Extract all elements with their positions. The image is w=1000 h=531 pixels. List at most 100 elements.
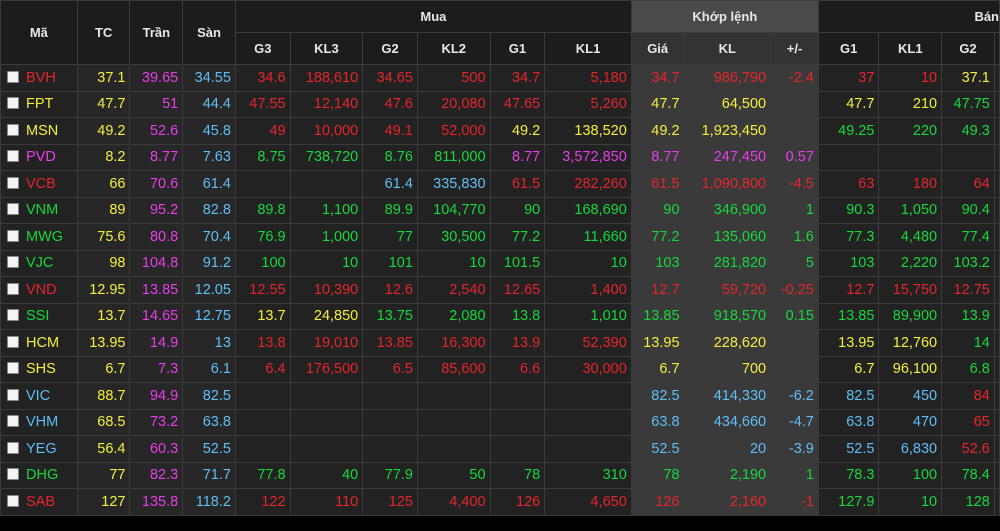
cell-symbol[interactable]: VCB: [0, 170, 78, 198]
row-checkbox[interactable]: [7, 335, 19, 348]
symbol-label[interactable]: VIC: [26, 388, 50, 404]
table-row[interactable]: VNM 89 95.2 82.8 89.8 1,100 89.9 104,770 90 168,6…: [0, 196, 1000, 224]
col-header-kl1[interactable]: KL1: [544, 32, 632, 65]
row-checkbox[interactable]: [7, 388, 19, 401]
row-checkbox[interactable]: [7, 362, 19, 375]
symbol-label[interactable]: FPT: [26, 96, 53, 112]
row-checkbox[interactable]: [7, 123, 19, 136]
col-header-gia[interactable]: Giá: [630, 32, 685, 65]
cell-symbol[interactable]: MWG: [0, 223, 78, 251]
row-checkbox[interactable]: [7, 229, 19, 242]
cell-symbol[interactable]: DHG: [0, 461, 78, 489]
table-row[interactable]: BVH 37.1 39.65 34.55 34.6 188,610 34.65 500 34.7…: [0, 64, 1000, 92]
col-header-sell-g1[interactable]: G1: [817, 32, 880, 65]
cell-symbol[interactable]: VND: [0, 276, 78, 304]
symbol-label[interactable]: SAB: [26, 494, 55, 510]
cell-sell-g2: 103.2: [941, 249, 995, 277]
cell-buy-kl3: 10,390: [289, 276, 364, 304]
cell-tc: 77: [76, 461, 131, 489]
symbol-label[interactable]: DHG: [26, 467, 58, 483]
col-header-ma[interactable]: Mã: [0, 0, 78, 65]
table-row[interactable]: MSN 49.2 52.6 45.8 49 10,000 49.1 52,000 49.2 138…: [0, 117, 1000, 145]
symbol-label[interactable]: YEG: [26, 441, 57, 457]
row-checkbox[interactable]: [7, 70, 19, 83]
cell-symbol[interactable]: BVH: [0, 64, 78, 92]
cell-buy-g1: 12.65: [489, 276, 546, 304]
row-checkbox[interactable]: [7, 97, 19, 110]
cell-sell-kl2: [993, 196, 1000, 224]
symbol-label[interactable]: VNM: [26, 202, 58, 218]
table-row[interactable]: HCM 13.95 14.9 13 13.8 19,010 13.85 16,300 13.9 5…: [0, 329, 1000, 357]
cell-symbol[interactable]: VHM: [0, 408, 78, 436]
symbol-label[interactable]: PVD: [26, 149, 56, 165]
cell-buy-g3: 122: [234, 488, 291, 516]
row-checkbox[interactable]: [7, 468, 19, 481]
row-checkbox[interactable]: [7, 150, 19, 163]
symbol-label[interactable]: VHM: [26, 414, 58, 430]
col-header-tc[interactable]: TC: [76, 0, 131, 65]
cell-match-price: 13.95: [630, 329, 685, 357]
symbol-label[interactable]: VJC: [26, 255, 53, 271]
symbol-label[interactable]: SHS: [26, 361, 56, 377]
cell-match-change: 0.57: [770, 143, 819, 171]
cell-tran: 7.3: [129, 355, 184, 383]
row-checkbox[interactable]: [7, 282, 19, 295]
cell-buy-g3: 89.8: [234, 196, 291, 224]
cell-symbol[interactable]: VJC: [0, 249, 78, 277]
table-row[interactable]: DHG 77 82.3 71.7 77.8 40 77.9 50 78 310 78 2,190 1 78…: [0, 461, 1000, 489]
symbol-label[interactable]: VCB: [26, 176, 56, 192]
col-header-change[interactable]: +/-: [770, 32, 819, 65]
cell-san: 34.55: [182, 64, 236, 92]
cell-buy-g1: 77.2: [489, 223, 546, 251]
col-header-sell-g2[interactable]: G2: [941, 32, 995, 65]
table-row[interactable]: VIC 88.7 94.9 82.5 82.5 414,330 -6.2 82.5 450 84: [0, 382, 1000, 410]
col-header-g3[interactable]: G3: [234, 32, 291, 65]
table-row[interactable]: VJC 98 104.8 91.2 100 10 101 10 101.5 10 103 281,82…: [0, 249, 1000, 277]
col-header-tran[interactable]: Trần: [129, 0, 184, 65]
cell-symbol[interactable]: PVD: [0, 143, 78, 171]
symbol-label[interactable]: MSN: [26, 123, 58, 139]
symbol-label[interactable]: BVH: [26, 70, 56, 86]
cell-tc: 66: [76, 170, 131, 198]
cell-symbol[interactable]: SSI: [0, 302, 78, 330]
cell-sell-g2: 49.3: [941, 117, 995, 145]
symbol-label[interactable]: SSI: [26, 308, 49, 324]
col-header-g2[interactable]: G2: [362, 32, 418, 65]
row-checkbox[interactable]: [7, 441, 19, 454]
cell-symbol[interactable]: SAB: [0, 488, 78, 516]
cell-symbol[interactable]: YEG: [0, 435, 78, 463]
col-header-sell-kl1[interactable]: KL1: [878, 32, 943, 65]
table-row[interactable]: SSI 13.7 14.65 12.75 13.7 24,850 13.75 2,080 13.…: [0, 302, 1000, 330]
cell-symbol[interactable]: FPT: [0, 90, 78, 118]
row-checkbox[interactable]: [7, 494, 19, 507]
table-row[interactable]: SHS 6.7 7.3 6.1 6.4 176,500 6.5 85,600 6.6 30,000…: [0, 355, 1000, 383]
col-header-kl[interactable]: KL: [683, 32, 772, 65]
table-row[interactable]: FPT 47.7 51 44.4 47.55 12,140 47.6 20,080 47.65 5…: [0, 90, 1000, 118]
cell-buy-kl1: 5,260: [544, 90, 632, 118]
col-header-g1[interactable]: G1: [489, 32, 546, 65]
table-row[interactable]: SAB 127 135.8 118.2 122 110 125 4,400 126 4,650 12…: [0, 488, 1000, 516]
symbol-label[interactable]: MWG: [26, 229, 63, 245]
row-checkbox[interactable]: [7, 256, 19, 269]
cell-symbol[interactable]: VNM: [0, 196, 78, 224]
cell-symbol[interactable]: VIC: [0, 382, 78, 410]
symbol-label[interactable]: VND: [26, 282, 57, 298]
table-row[interactable]: PVD 8.2 8.77 7.63 8.75 738,720 8.76 811,000 8.77…: [0, 143, 1000, 171]
row-checkbox[interactable]: [7, 203, 19, 216]
table-row[interactable]: MWG 75.6 80.8 70.4 76.9 1,000 77 30,500 77.2 11,6…: [0, 223, 1000, 251]
row-checkbox[interactable]: [7, 309, 19, 322]
col-header-kl2[interactable]: KL2: [416, 32, 491, 65]
cell-symbol[interactable]: HCM: [0, 329, 78, 357]
table-row[interactable]: VND 12.95 13.85 12.05 12.55 10,390 12.6 2,540 12…: [0, 276, 1000, 304]
row-checkbox[interactable]: [7, 415, 19, 428]
cell-symbol[interactable]: SHS: [0, 355, 78, 383]
col-header-sell-kl2[interactable]: [993, 32, 1000, 65]
table-row[interactable]: YEG 56.4 60.3 52.5 52.5 20 -3.9 52.5 6,830 52.6: [0, 435, 1000, 463]
table-row[interactable]: VCB 66 70.6 61.4 61.4 335,830 61.5 282,260 61.5 1…: [0, 170, 1000, 198]
table-row[interactable]: VHM 68.5 73.2 63.8 63.8 434,660 -4.7 63.8 470 65: [0, 408, 1000, 436]
col-header-kl3[interactable]: KL3: [289, 32, 364, 65]
row-checkbox[interactable]: [7, 176, 19, 189]
symbol-label[interactable]: HCM: [26, 335, 59, 351]
col-header-san[interactable]: Sàn: [182, 0, 236, 65]
cell-symbol[interactable]: MSN: [0, 117, 78, 145]
